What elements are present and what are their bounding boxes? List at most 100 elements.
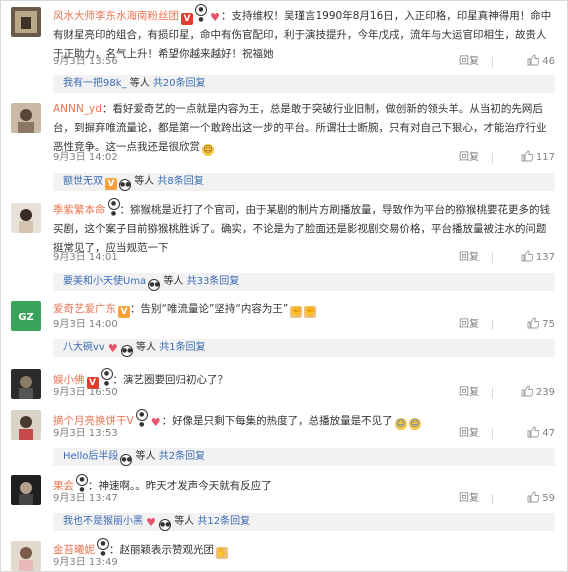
comment-item: ANNN_yd：看好爱奇艺的一点就是内容为王，总是敢于突破行业旧制，做创新的领头… (1, 97, 567, 193)
panda-badge-icon: ●● (120, 345, 133, 357)
avatar[interactable] (11, 475, 41, 505)
heart-icon: ♥ (210, 11, 220, 24)
panda-badge-icon: ●● (100, 368, 113, 387)
sub-reply-link[interactable]: 共33条回复 (187, 276, 240, 287)
reply-button[interactable]: 回复 (459, 150, 479, 166)
comment-meta: 9月3日 13:49 (53, 555, 555, 571)
meta-divider (492, 253, 493, 263)
panda-badge-icon: ●● (119, 179, 131, 191)
heart-icon: ♥ (107, 342, 118, 355)
like-button[interactable]: 47 (499, 426, 555, 442)
comment-item: 娱小佛 V●● ：演艺圈要回归初心了？ 9月3日 16:50 回复 239 (1, 365, 567, 405)
verified-icon: V (181, 13, 193, 25)
comment-username[interactable]: ANNN_yd (53, 103, 102, 115)
panda-badge-icon: ●● (107, 198, 120, 217)
comment-body: ANNN_yd：看好爱奇艺的一点就是内容为王，总是敢于突破行业旧制，做创新的领头… (53, 100, 555, 157)
panda-badge-icon: ●● (120, 454, 133, 466)
comment-item: 风水大师李东水海南粉丝团 V●● ♥：支持维权！吴瑾言1990年8月16日，入正印格… (1, 1, 567, 95)
like-button[interactable]: 239 (499, 385, 555, 401)
reply-button[interactable]: 回复 (459, 385, 479, 401)
sub-reply-link[interactable]: 共8条回复 (157, 176, 203, 187)
like-count: 117 (535, 152, 555, 163)
comment-list: 风水大师李东水海南粉丝团 V●● ♥：支持维权！吴瑾言1990年8月16日，入正印格… (0, 0, 568, 572)
sub-reply-link[interactable]: 共20条回复 (153, 78, 206, 89)
thumbs-up-icon (527, 426, 540, 438)
comment-time: 9月3日 14:02 (53, 152, 118, 163)
reply-button[interactable]: 回复 (459, 491, 479, 507)
sub-reply-user[interactable]: 额世无双 (63, 176, 103, 187)
sub-reply-user[interactable]: 八大碗vv (63, 342, 105, 353)
sub-reply-rest: 等人 (134, 176, 155, 187)
like-button[interactable]: 59 (499, 491, 555, 507)
sub-reply-user[interactable]: 我也不是猴丽小黑 (63, 516, 143, 527)
meta-divider (492, 429, 493, 439)
sub-reply-user[interactable]: Hello后半段 (63, 451, 118, 462)
comment-item: 果会●● ：神速啊。。昨天才发声今天就有反应了 9月3日 13:47 回复 59 … (1, 471, 567, 531)
thumbs-up-icon (527, 54, 540, 66)
thumbs-up-icon (521, 385, 533, 397)
comment-text: ：告别“唯流量论”坚持“内容为王” (130, 303, 289, 315)
like-count: 137 (535, 252, 555, 263)
reply-button[interactable]: 回复 (459, 426, 479, 442)
comment-time: 9月3日 13:53 (53, 428, 118, 439)
avatar[interactable] (11, 103, 41, 133)
like-button[interactable]: 117 (499, 150, 555, 166)
comment-meta: 9月3日 16:50 回复 239 (53, 385, 555, 401)
comment-username[interactable]: 季紫繁本命 (53, 204, 106, 216)
comment-time: 9月3日 14:01 (53, 252, 118, 263)
verified-icon: V (105, 178, 117, 190)
avatar[interactable]: GZ (11, 301, 41, 331)
meta-divider (492, 153, 493, 163)
heart-icon: ♥ (146, 516, 156, 529)
comment-meta: 9月3日 13:47 回复 59 (53, 491, 555, 507)
panda-badge-icon: ●● (159, 519, 171, 531)
avatar[interactable] (11, 541, 41, 571)
panda-badge-icon: ●● (148, 279, 161, 291)
reply-button[interactable]: 回复 (459, 54, 479, 70)
comment-time: 9月3日 13:49 (53, 557, 118, 568)
like-count: 75 (542, 319, 555, 330)
reply-button[interactable]: 回复 (459, 317, 479, 333)
sub-reply-user[interactable]: 我有一把98k_ (63, 78, 127, 89)
sub-reply-rest: 等人 (174, 516, 195, 527)
sub-reply-rest: 等人 (129, 78, 150, 89)
comment-username[interactable]: 爱奇艺爱广东 (53, 303, 116, 315)
sub-reply-summary[interactable]: 额世无双 V ●● 等人 共8条回复 (53, 173, 555, 191)
comment-time: 9月3日 14:00 (53, 319, 118, 330)
comment-item: 金苔曦妮●● ：赵丽颖表示赞观光团 ✋ 9月3日 13:49 (1, 537, 567, 571)
comment-meta: 9月3日 14:00 回复 75 (53, 317, 555, 333)
sub-reply-summary[interactable]: 要美和小天使Uma ●● 等人 共33条回复 (53, 273, 555, 291)
sub-reply-rest: 等人 (136, 342, 157, 353)
sub-reply-rest: 等人 (135, 451, 156, 462)
avatar[interactable] (11, 7, 41, 37)
panda-badge-icon: ●● (76, 474, 88, 493)
sub-reply-summary[interactable]: Hello后半段 ●● 等人 共2条回复 (53, 448, 555, 466)
meta-divider (492, 320, 493, 330)
like-count: 46 (542, 56, 555, 67)
comment-time: 9月3日 13:47 (53, 493, 118, 504)
sub-reply-link[interactable]: 共1条回复 (159, 342, 205, 353)
comment-body: 季紫繁本命●● ：猕猴桃是近打了个官司，由于某剧的制片方刷播放量，导致作为平台的猕… (53, 198, 555, 258)
thumbs-up-icon (527, 491, 540, 503)
avatar[interactable] (11, 410, 41, 440)
thumbs-up-icon (521, 250, 533, 262)
like-button[interactable]: 75 (499, 317, 555, 333)
like-button[interactable]: 46 (499, 54, 555, 70)
sub-reply-link[interactable]: 共2条回复 (159, 451, 205, 462)
comment-item: GZ 爱奇艺爱广东 V ：告别“唯流量论”坚持“内容为王” ✊ ✊ 9月3日 14:00… (1, 297, 567, 357)
like-button[interactable]: 137 (499, 250, 555, 266)
avatar[interactable] (11, 203, 41, 233)
sub-reply-link[interactable]: 共12条回复 (197, 516, 250, 527)
avatar[interactable] (11, 369, 41, 399)
reply-button[interactable]: 回复 (459, 250, 479, 266)
sub-reply-summary[interactable]: 八大碗vv ♥ ●● 等人 共1条回复 (53, 339, 555, 357)
comment-username[interactable]: 风水大师李东水海南粉丝团 (53, 10, 179, 22)
comment-time: 9月3日 16:50 (53, 387, 118, 398)
sub-reply-user[interactable]: 要美和小天使Uma (63, 276, 146, 287)
sub-reply-rest: 等人 (163, 276, 184, 287)
comment-time: 9月3日 13:56 (53, 56, 118, 67)
sub-reply-summary[interactable]: 我有一把98k_ 等人 共20条回复 (53, 75, 555, 93)
meta-divider (492, 494, 493, 504)
thumbs-up-icon (527, 317, 540, 329)
sub-reply-summary[interactable]: 我也不是猴丽小黑 ♥ ●● 等人 共12条回复 (53, 513, 555, 531)
